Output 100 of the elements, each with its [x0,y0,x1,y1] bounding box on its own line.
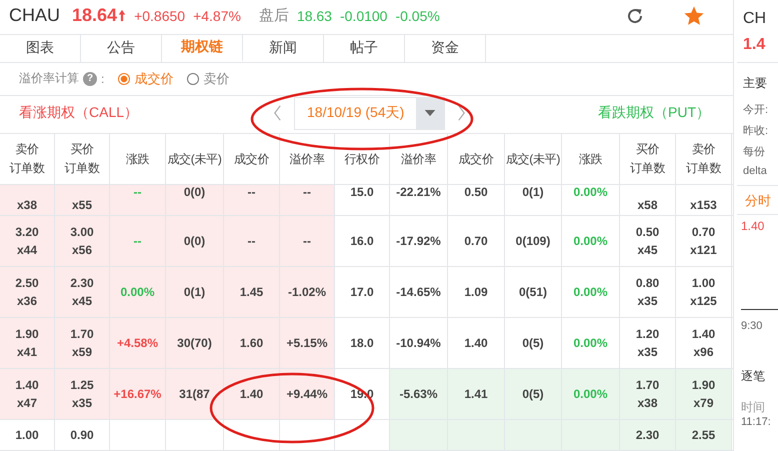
table-cell: 3.20 x44 [0,216,55,266]
table-cell: +16.67% [110,369,166,419]
table-cell: 3.00 x56 [55,216,110,266]
table-cell: -22.21% [390,185,448,215]
column-header: 成交价 [224,134,280,184]
column-header: 买价 订单数 [620,134,676,184]
put-options-label: 看跌期权（PUT） [598,104,710,122]
price-change-percent: +4.87% [193,8,241,24]
table-cell: +4.58% [110,318,166,368]
stat-label: delta [743,165,768,177]
time-header: 时间 [741,399,766,416]
table-cell: 1.90 x79 [676,369,732,419]
after-hours-price: 18.63 [296,8,332,24]
table-cell: 0.00% [562,216,620,266]
chart-time-label: 9:30 [741,320,764,332]
table-cell: 2.55 [676,420,732,450]
table-cell: 16.0 [335,216,390,266]
table-cell: -1.02% [280,267,335,317]
table-cell: 2.30 x45 [55,267,110,317]
table-cell: 0(5) [505,369,562,419]
table-cell: 0.00% [562,369,620,419]
table-cell: x55 [55,185,110,215]
last-price: 18.64 [72,5,118,26]
table-cell: x38 [0,185,55,215]
table-cell: 0.70 x121 [676,216,732,266]
chart-tab[interactable]: 分时 [745,192,778,210]
column-header: 卖价 订单数 [0,134,55,184]
chart-price-label: 1.40 [741,219,766,233]
column-header: 买价 订单数 [55,134,110,184]
table-cell: 1.60 [224,318,280,368]
table-cell: 1.70 x38 [620,369,676,419]
table-cell: 2.30 [620,420,676,450]
call-options-label: 看涨期权（CALL） [19,104,140,122]
table-cell: 1.25 x35 [55,369,110,419]
table-cell: 0.50 x45 [620,216,676,266]
caret-icon [424,110,436,117]
table-cell: 1.20 x35 [620,318,676,368]
radio-option[interactable]: 卖价 [187,70,230,88]
table-cell: 1.00 [0,420,55,450]
table-cell: 0.80 x35 [620,267,676,317]
table-cell: 0(0) [166,185,224,215]
column-header: 成交(未平) [505,134,562,184]
table-cell: -- [224,216,280,266]
ticker-symbol: CHAU [9,5,60,26]
up-arrow-icon [118,9,126,22]
expiry-date-dropdown[interactable]: 18/10/19 (54天) [294,96,446,130]
table-cell: 31(87 [166,369,224,419]
star-icon[interactable] [683,4,705,27]
sidebar-price: 1.4 [743,36,766,54]
table-cell: 0.50 [448,185,505,215]
table-cell: 0.90 [55,420,110,450]
table-cell: 0(0) [166,216,224,266]
sidebar-symbol: CH [743,10,768,28]
table-cell: 0.00% [110,267,166,317]
column-header: 溢价率 [390,134,448,184]
table-cell: 1.09 [448,267,505,317]
table-cell: 1.40 x47 [0,369,55,419]
table-cell: 1.70 x59 [55,318,110,368]
table-cell: 1.40 [448,318,505,368]
table-cell: 0(5) [505,318,562,368]
table-cell: -- [280,216,335,266]
stat-label: 今开: [743,103,770,117]
after-hours-change-percent: -0.05% [395,8,440,24]
table-cell: -17.92% [390,216,448,266]
table-cell: 30(70) [166,318,224,368]
column-header: 行权价 [335,134,390,184]
table-cell: 0(51) [505,267,562,317]
price-change: +0.8650 [134,8,186,24]
table-cell: x58 [620,185,676,215]
table-cell: 0.00% [562,185,620,215]
premium-calc-label: 溢价率计算 [19,70,79,88]
table-cell: -- [110,216,166,266]
column-header: 涨跌 [562,134,620,184]
table-cell: 1.45 [224,267,280,317]
table-cell: 15.0 [335,185,390,215]
column-header: 成交(未平) [166,134,224,184]
column-header: 涨跌 [110,134,166,184]
table-cell: -- [224,185,280,215]
table-cell: 0(1) [505,185,562,215]
after-hours-change: -0.0100 [340,8,388,24]
section-title: 主要 [743,75,768,92]
table-cell: 0.70 [448,216,505,266]
table-cell: 0.00% [562,267,620,317]
colon: : [101,72,104,86]
table-cell: x153 [676,185,732,215]
column-header: 成交价 [448,134,505,184]
table-cell: 1.41 [448,369,505,419]
trade-time: 11:17: [741,416,772,428]
table-cell: -14.65% [390,267,448,317]
table-cell: -10.94% [390,318,448,368]
table-cell: +5.15% [280,318,335,368]
column-header: 卖价 订单数 [676,134,732,184]
table-cell: 0(109) [505,216,562,266]
table-cell: -- [110,185,166,215]
radio-option[interactable]: 成交价 [118,70,174,88]
table-cell: -5.63% [390,369,448,419]
help-icon[interactable]: ? [83,72,97,86]
stat-label: 昨收: [743,124,770,138]
table-cell: -- [280,185,335,215]
table-cell: 2.50 x36 [0,267,55,317]
